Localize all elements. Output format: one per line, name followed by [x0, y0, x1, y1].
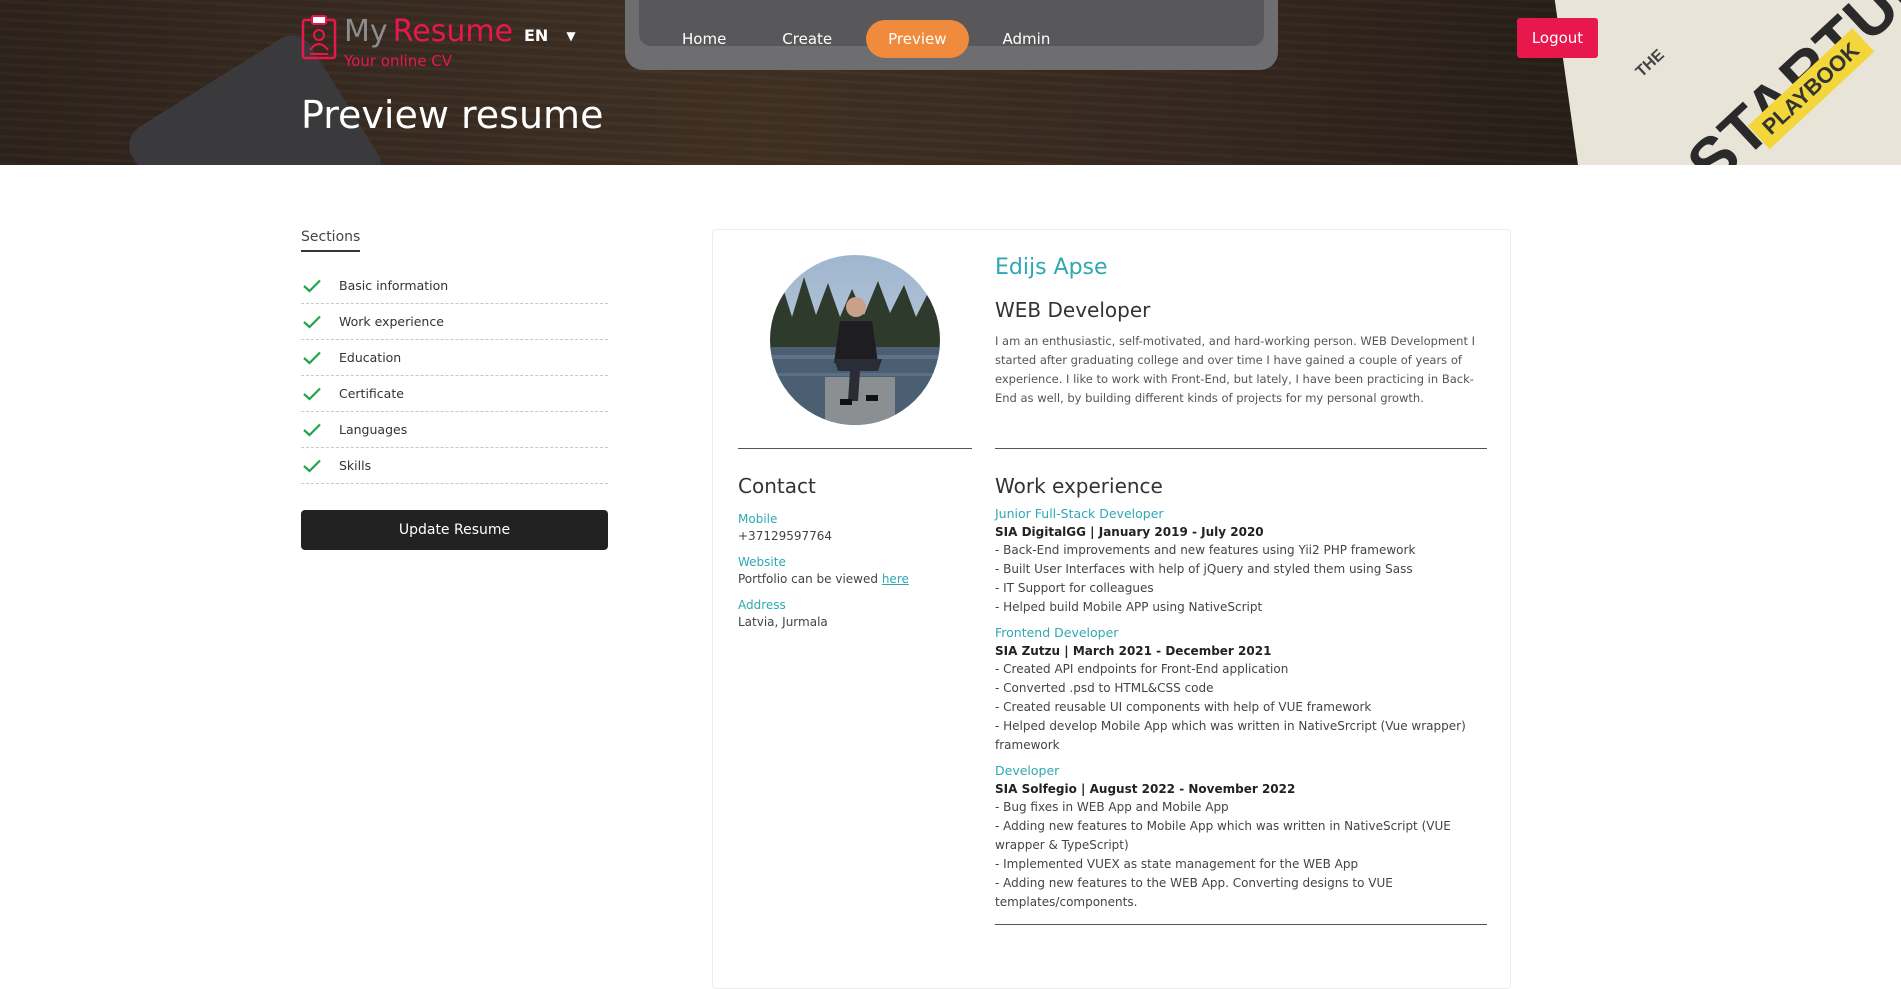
- website-value: Portfolio can be viewed here: [738, 572, 972, 586]
- resume-header: Edijs Apse WEB Developer I am an enthusi…: [995, 255, 1487, 408]
- job-duty: - Adding new features to the WEB App. Co…: [995, 876, 1393, 909]
- job-company-dates: SIA DigitalGG | January 2019 - July 2020: [995, 525, 1264, 539]
- logout-button[interactable]: Logout: [1517, 18, 1598, 58]
- job-entry: Junior Full-Stack Developer SIA DigitalG…: [995, 506, 1487, 617]
- check-icon: [303, 279, 321, 293]
- language-value: EN: [524, 26, 549, 45]
- job-duty: - Created reusable UI components with he…: [995, 700, 1372, 714]
- brand-resume: Resume: [392, 14, 514, 49]
- job-duty: - IT Support for colleagues: [995, 581, 1154, 595]
- hero-header: THE STARTUP PLAYBOOK My Resume Your onli…: [0, 0, 1901, 165]
- job-company-dates: SIA Solfegio | August 2022 - November 20…: [995, 782, 1296, 796]
- check-icon: [303, 459, 321, 473]
- section-item-education[interactable]: Education: [301, 340, 608, 376]
- job-duty: - Adding new features to Mobile App whic…: [995, 819, 1451, 852]
- section-item-certificate[interactable]: Certificate: [301, 376, 608, 412]
- job-title: Frontend Developer: [995, 625, 1119, 640]
- mobile-label: Mobile: [738, 512, 778, 526]
- resume-about: I am an enthusiastic, self-motivated, an…: [995, 334, 1476, 405]
- profile-photo-image: [770, 255, 940, 425]
- job-duty: - Built User Interfaces with help of jQu…: [995, 562, 1413, 576]
- check-icon: [303, 315, 321, 329]
- job-entry: Developer SIA Solfegio | August 2022 - N…: [995, 763, 1487, 912]
- nav-home[interactable]: Home: [660, 20, 748, 58]
- job-duty: - Back-End improvements and new features…: [995, 543, 1416, 557]
- brand-my: My: [344, 14, 388, 49]
- top-navbar: My Resume Your online CV EN ▼ Home Creat…: [0, 0, 1901, 80]
- job-duty: - Helped build Mobile APP using NativeSc…: [995, 600, 1263, 614]
- job-duty: - Converted .psd to HTML&CSS code: [995, 681, 1214, 695]
- chevron-down-icon: ▼: [566, 28, 576, 43]
- profile-photo: [770, 255, 940, 425]
- address-label: Address: [738, 598, 786, 612]
- check-icon: [303, 387, 321, 401]
- job-title: Junior Full-Stack Developer: [995, 506, 1164, 521]
- job-duties: - Created API endpoints for Front-End ap…: [995, 660, 1487, 755]
- section-item-label: Education: [339, 350, 402, 365]
- website-label: Website: [738, 555, 786, 569]
- sections-title: Sections: [301, 229, 361, 252]
- job-duty: - Implemented VUEX as state management f…: [995, 857, 1359, 871]
- resume-preview-card: Edijs Apse WEB Developer I am an enthusi…: [712, 229, 1511, 989]
- job-duty: - Helped develop Mobile App which was wr…: [995, 719, 1466, 752]
- divider: [738, 448, 972, 449]
- sections-list: Basic information Work experience Educat…: [301, 268, 608, 484]
- sections-sidebar: Sections Basic information Work experien…: [301, 226, 608, 550]
- check-icon: [303, 351, 321, 365]
- update-resume-button[interactable]: Update Resume: [301, 510, 608, 550]
- job-company-dates: SIA Zutzu | March 2021 - December 2021: [995, 644, 1272, 658]
- section-item-basic-information[interactable]: Basic information: [301, 268, 608, 304]
- address-value: Latvia, Jurmala: [738, 615, 828, 629]
- job-title: Developer: [995, 763, 1060, 778]
- nav-admin[interactable]: Admin: [981, 20, 1073, 58]
- portfolio-link[interactable]: here: [882, 572, 909, 586]
- nav-create[interactable]: Create: [760, 20, 854, 58]
- job-entry: Frontend Developer SIA Zutzu | March 202…: [995, 625, 1487, 755]
- job-duties: - Bug fixes in WEB App and Mobile App - …: [995, 798, 1487, 912]
- language-selector[interactable]: EN ▼: [524, 26, 576, 45]
- nav-preview[interactable]: Preview: [866, 20, 969, 58]
- mobile-value: +37129597764: [738, 529, 833, 543]
- work-experience-section: Work experience Junior Full-Stack Develo…: [995, 474, 1487, 925]
- job-duties: - Back-End improvements and new features…: [995, 541, 1487, 617]
- section-item-label: Skills: [339, 458, 372, 473]
- section-item-work-experience[interactable]: Work experience: [301, 304, 608, 340]
- brand-logo[interactable]: My Resume Your online CV: [301, 14, 514, 70]
- divider: [995, 924, 1487, 925]
- section-item-label: Certificate: [339, 386, 404, 401]
- job-duty: - Bug fixes in WEB App and Mobile App: [995, 800, 1229, 814]
- contact-section: Contact Mobile +37129597764 Website Port…: [738, 474, 972, 629]
- resume-name: Edijs Apse: [995, 255, 1108, 280]
- section-item-label: Languages: [339, 422, 408, 437]
- check-icon: [303, 423, 321, 437]
- job-duty: - Created API endpoints for Front-End ap…: [995, 662, 1289, 676]
- brand-tagline: Your online CV: [344, 52, 453, 70]
- section-item-label: Work experience: [339, 314, 444, 329]
- section-item-languages[interactable]: Languages: [301, 412, 608, 448]
- divider: [995, 448, 1487, 449]
- clipboard-user-icon: [301, 15, 337, 60]
- page-title: Preview resume: [301, 93, 604, 137]
- section-item-skills[interactable]: Skills: [301, 448, 608, 484]
- main-menu: Home Create Preview Admin: [660, 20, 1084, 58]
- contact-title: Contact: [738, 474, 816, 498]
- website-text: Portfolio can be viewed: [738, 572, 878, 586]
- work-experience-title: Work experience: [995, 474, 1163, 498]
- section-item-label: Basic information: [339, 278, 449, 293]
- resume-headline: WEB Developer: [995, 298, 1151, 322]
